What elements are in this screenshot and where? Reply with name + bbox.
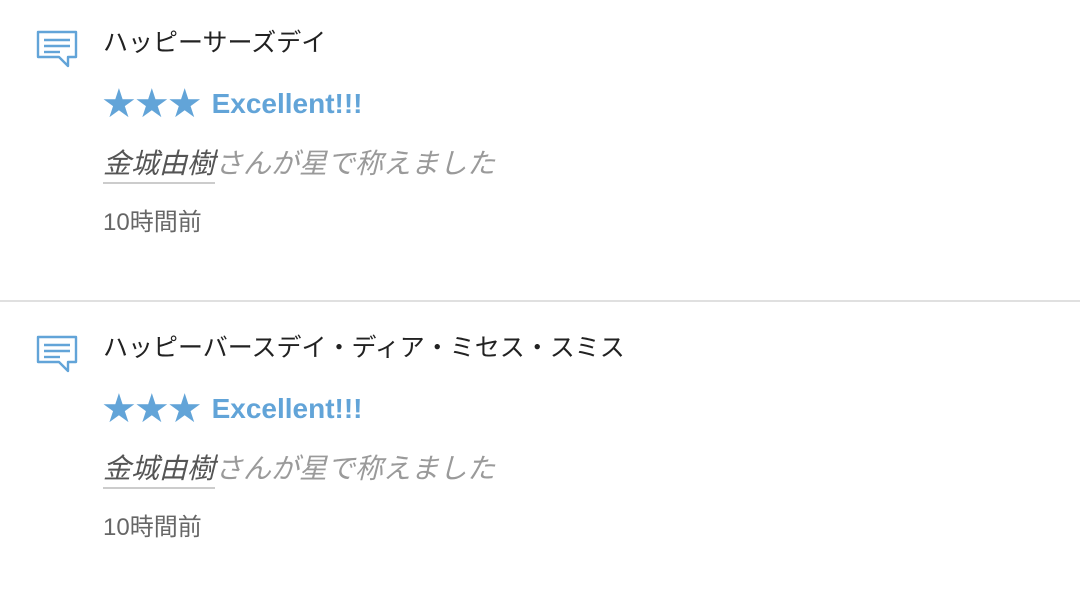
notification-title[interactable]: ハッピーサーズデイ [103, 28, 326, 58]
divider [0, 300, 1080, 302]
notification-item[interactable]: ハッピーサーズデイ ★★★ Excellent!!! 金城由樹さんが星で称えまし… [0, 0, 1080, 300]
timestamp: 10時間前 [103, 209, 202, 236]
notification-title[interactable]: ハッピーバースデイ・ディア・ミセス・スミス [103, 333, 625, 363]
star-icons: ★★★ [101, 386, 203, 432]
rating-label: Excellent!!! [211, 88, 363, 119]
star-rating: ★★★ Excellent!!! [101, 389, 363, 429]
notification-feed: ハッピーサーズデイ ★★★ Excellent!!! 金城由樹さんが星で称えまし… [0, 0, 1080, 606]
rating-label: Excellent!!! [211, 393, 363, 424]
timestamp: 10時間前 [103, 514, 202, 541]
comment-icon [36, 30, 78, 68]
praise-message: 金城由樹さんが星で称えました [103, 146, 496, 184]
praise-text: さんが星で称えました [215, 452, 496, 485]
user-name-link[interactable]: 金城由樹 [103, 147, 216, 184]
user-name-link[interactable]: 金城由樹 [103, 452, 216, 489]
star-rating: ★★★ Excellent!!! [101, 84, 363, 124]
star-icons: ★★★ [101, 81, 203, 127]
praise-message: 金城由樹さんが星で称えました [103, 451, 496, 489]
praise-text: さんが星で称えました [215, 147, 496, 180]
notification-item[interactable]: ハッピーバースデイ・ディア・ミセス・スミス ★★★ Excellent!!! 金… [0, 305, 1080, 605]
comment-icon [36, 335, 78, 373]
